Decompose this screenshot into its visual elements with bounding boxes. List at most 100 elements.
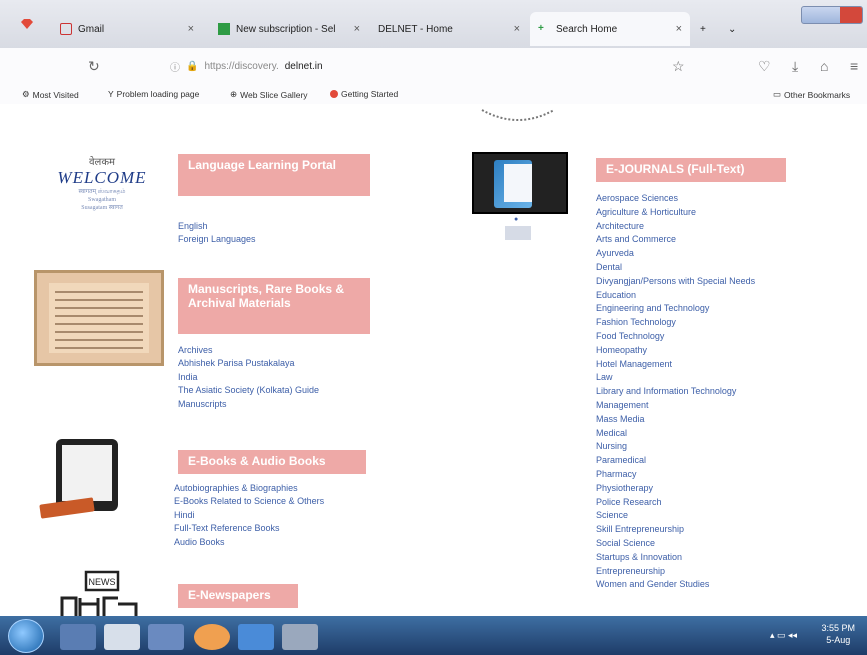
ejournal-link[interactable]: Ayurveda [596,247,755,261]
ejournal-link[interactable]: Arts and Commerce [596,233,755,247]
bookmark-label: Getting Started [341,89,399,99]
ejournal-link[interactable]: Education [596,289,755,303]
link-asiatic-society[interactable]: The Asiatic Society (Kolkata) Guide [178,384,319,397]
window-close-button[interactable] [840,7,862,23]
ejournal-link[interactable]: Startups & Innovation [596,551,755,565]
new-tab-button[interactable]: + [692,12,716,46]
welcome-line: स्वागतम् ஸ்வாகதம் [78,189,126,195]
enewspapers-heading[interactable]: E-Newspapers [178,584,298,608]
home-icon[interactable]: ⌂ [820,58,828,74]
ejournal-link[interactable]: Mass Media [596,413,755,427]
bookmark-star-icon[interactable]: ☆ [672,58,685,75]
ejournal-link[interactable]: Dental [596,261,755,275]
ejournals-links: Aerospace Sciences Agriculture & Horticul… [596,192,755,592]
ejournal-link[interactable]: Fashion Technology [596,316,755,330]
window-controls[interactable] [801,6,863,24]
close-icon[interactable]: × [188,23,194,35]
link-archives[interactable]: Archives [178,344,319,357]
page-content: वेलकम WELCOME स्वागतम् ஸ்வாகதம் Swagatha… [0,104,867,616]
start-button[interactable] [8,619,44,653]
navigation-toolbar: ↻ ⓘ 🔒 https://discovery. delnet.in ☆ ♡ ⤓ … [0,48,867,84]
ejournals-heading[interactable]: E-JOURNALS (Full-Text) [596,158,786,182]
ejournal-link[interactable]: Food Technology [596,330,755,344]
globe-icon: ⊕ [230,89,238,99]
word-taskbar-icon[interactable] [238,624,274,650]
ejournal-link[interactable]: Entrepreneurship [596,565,755,579]
ejournal-link[interactable]: Agriculture & Horticulture [596,206,755,220]
bookmark-problem-loading[interactable]: Y Problem loading page [108,89,199,99]
manuscripts-links: Archives Abhishek Parisa Pustakalaya Ind… [178,344,319,411]
ejournal-link[interactable]: Hotel Management [596,358,755,372]
link-autobiographies[interactable]: Autobiographies & Biographies [174,482,324,495]
tray-icons[interactable]: ▴ ▭ ◂◂ [770,630,797,641]
close-icon[interactable]: × [676,23,682,35]
download-icon[interactable]: ⤓ [792,58,798,75]
thumbnail-placeholder [505,226,531,240]
bookmark-most-visited[interactable]: ⚙ Most Visited [22,89,79,100]
clock-date: 5-Aug [826,635,851,645]
link-ebooks-science[interactable]: E-Books Related to Science & Others [174,495,324,508]
windows-taskbar: ▴ ▭ ◂◂ 3:55 PM 5-Aug [0,616,867,655]
manuscripts-heading[interactable]: Manuscripts, Rare Books & Archival Mater… [178,278,370,334]
language-learning-heading[interactable]: Language Learning Portal [178,154,370,196]
ejournal-link[interactable]: Library and Information Technology [596,385,755,399]
link-reference-books[interactable]: Full-Text Reference Books [174,522,324,535]
firefox-menu-icon[interactable] [20,18,34,30]
tab-search-home[interactable]: + Search Home × [530,12,690,46]
link-abhishek[interactable]: Abhishek Parisa Pustakalaya [178,357,319,370]
link-audio-books[interactable]: Audio Books [174,536,324,549]
firefox-icon [330,90,338,98]
folder-taskbar-icon[interactable] [104,624,140,650]
paint-taskbar-icon[interactable] [282,624,318,650]
link-india[interactable]: India [178,371,319,384]
link-foreign-languages[interactable]: Foreign Languages [178,233,256,246]
bookmark-web-slice-gallery[interactable]: ⊕ Web Slice Gallery [230,89,308,100]
ejournal-link[interactable]: Law [596,371,755,385]
info-circle-icon[interactable]: ⓘ [170,59,180,74]
ejournal-link[interactable]: Police Research [596,496,755,510]
other-bookmarks[interactable]: ▭ Other Bookmarks [773,89,850,100]
ejournal-link[interactable]: Architecture [596,220,755,234]
site-logo-arc [481,109,555,121]
ejournal-link[interactable]: Physiotherapy [596,482,755,496]
link-hindi[interactable]: Hindi [174,509,324,522]
ejournal-link[interactable]: Skill Entrepreneurship [596,523,755,537]
tab-new-subscription[interactable]: New subscription - Sel × [210,12,368,46]
clock[interactable]: 3:55 PM 5-Aug [821,622,855,646]
language-links: English Foreign Languages [178,220,256,247]
ejournal-link[interactable]: Homeopathy [596,344,755,358]
tab-list-chevron-icon[interactable]: ⌄ [720,12,740,46]
ejournal-link[interactable]: Science [596,509,755,523]
address-bar[interactable]: ⓘ 🔒 https://discovery. delnet.in [160,56,680,76]
ebooks-heading[interactable]: E-Books & Audio Books [178,450,366,474]
welcome-line: Susagatam स्वागत [81,205,123,211]
bookmark-label: Other Bookmarks [784,89,851,100]
link-manuscripts[interactable]: Manuscripts [178,398,319,411]
ejournal-link[interactable]: Social Science [596,537,755,551]
close-icon[interactable]: × [354,23,360,35]
bookmark-label: Most Visited [32,89,79,100]
menu-icon[interactable]: ≡ [850,58,858,74]
ejournal-link[interactable]: Medical [596,427,755,441]
ejournal-link[interactable]: Nursing [596,440,755,454]
pocket-icon[interactable]: ♡ [758,58,771,75]
bookmark-getting-started[interactable]: Getting Started [330,89,398,99]
tab-delnet-home[interactable]: DELNET - Home × [370,12,528,46]
close-icon[interactable]: × [514,23,520,35]
ejournal-link[interactable]: Paramedical [596,454,755,468]
tab-gmail[interactable]: Gmail × [52,12,202,46]
app-taskbar-icon[interactable] [148,624,184,650]
firefox-taskbar-icon[interactable] [194,624,230,650]
ejournal-link[interactable]: Aerospace Sciences [596,192,755,206]
explorer-taskbar-icon[interactable] [60,624,96,650]
lock-icon: 🔒 [186,60,199,72]
ejournal-link[interactable]: Engineering and Technology [596,302,755,316]
link-english[interactable]: English [178,220,256,233]
address-domain: delnet.in [284,60,323,72]
welcome-top-text: वेलकम [89,157,115,168]
ejournal-link[interactable]: Management [596,399,755,413]
reload-icon[interactable]: ↻ [88,58,100,75]
ejournal-link[interactable]: Pharmacy [596,468,755,482]
ejournal-link[interactable]: Divyangjan/Persons with Special Needs [596,275,755,289]
ejournal-link[interactable]: Women and Gender Studies [596,578,755,592]
